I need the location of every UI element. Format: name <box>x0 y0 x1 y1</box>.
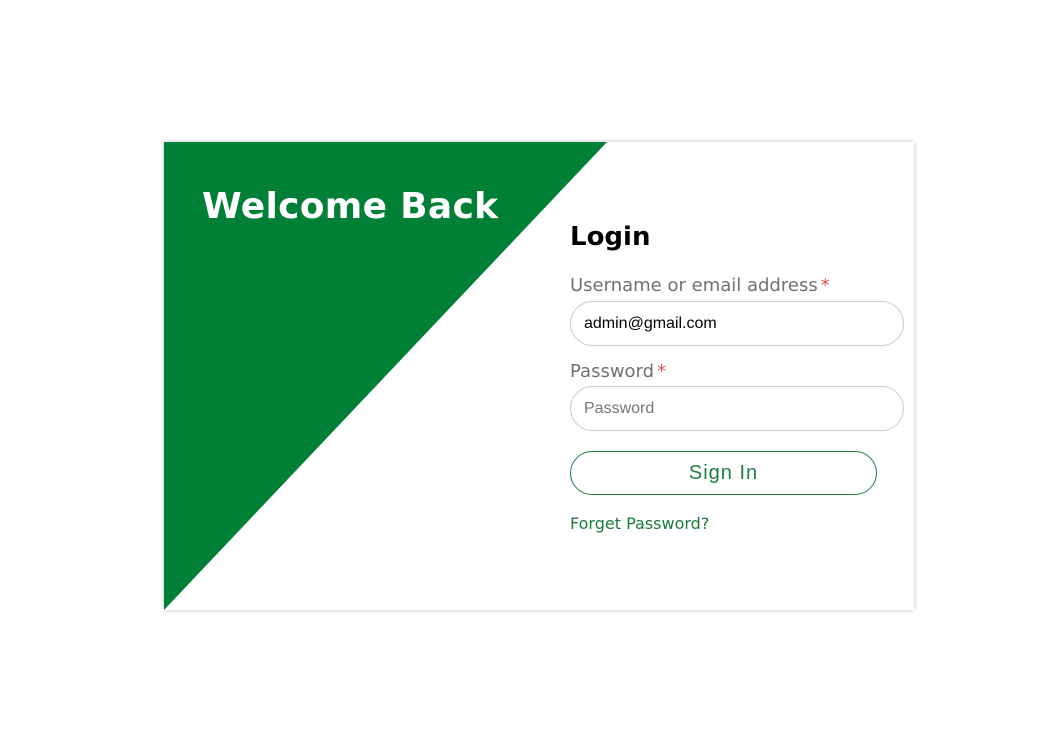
password-label: Password * <box>570 361 666 382</box>
sign-in-button[interactable]: Sign In <box>570 451 877 495</box>
username-label: Username or email address * <box>570 275 830 296</box>
username-label-text: Username or email address <box>570 275 818 296</box>
password-label-text: Password <box>570 361 655 382</box>
required-asterisk: * <box>820 275 830 296</box>
welcome-heading: Welcome Back <box>202 186 499 227</box>
login-title: Login <box>570 222 651 252</box>
username-input[interactable] <box>570 301 904 346</box>
forget-password-link[interactable]: Forget Password? <box>570 514 709 533</box>
login-card: Welcome Back Login Username or email add… <box>164 142 914 610</box>
password-input[interactable] <box>570 386 904 431</box>
required-asterisk: * <box>657 361 667 382</box>
